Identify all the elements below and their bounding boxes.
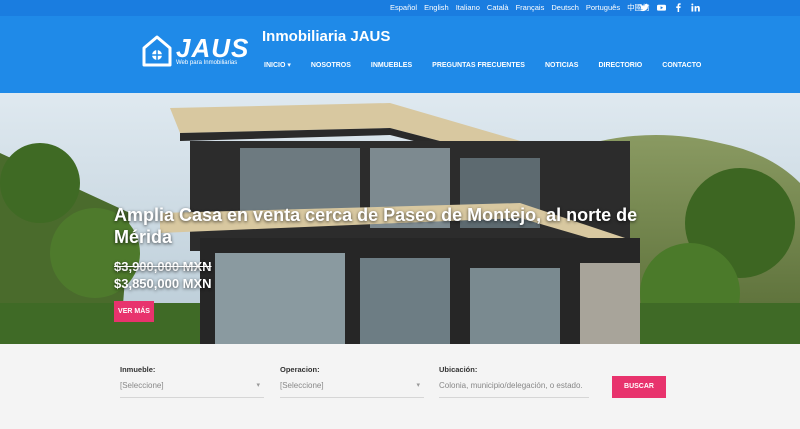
language-list: Español English Italiano Català Français…: [390, 3, 650, 13]
nav-inicio[interactable]: INICIO ▾: [264, 61, 291, 71]
linkedin-icon[interactable]: [691, 3, 700, 15]
hero-title[interactable]: Amplia Casa en venta cerca de Paseo de M…: [114, 204, 674, 248]
nav-preguntas-frecuentes[interactable]: PREGUNTAS FRECUENTES: [432, 61, 525, 71]
nav-inicio-label: INICIO: [264, 62, 286, 69]
operacion-select[interactable]: [Seleccione] ▾: [280, 378, 424, 398]
language-bar: Español English Italiano Català Français…: [0, 0, 800, 16]
buscar-button[interactable]: BUSCAR: [612, 376, 666, 398]
jaus-logo[interactable]: JAUS Web para Inmobiliarias: [142, 33, 248, 69]
twitter-icon[interactable]: [640, 3, 649, 15]
main-nav: INICIO ▾ NOSOTROS INMUEBLES PREGUNTAS FR…: [264, 61, 701, 71]
lang-espanol[interactable]: Español: [390, 3, 417, 13]
hero-slider[interactable]: Amplia Casa en venta cerca de Paseo de M…: [0, 93, 800, 344]
ver-mas-button[interactable]: VER MÁS: [114, 301, 154, 322]
house-logo-icon: [142, 35, 172, 67]
nav-inmuebles[interactable]: INMUEBLES: [371, 61, 412, 71]
logo-tagline: Web para Inmobiliarias: [176, 60, 238, 66]
social-links: [640, 3, 700, 15]
lang-francais[interactable]: Français: [516, 3, 545, 13]
property-search: Inmueble: [Seleccione] ▾ Operacion: [Sel…: [0, 344, 800, 429]
logo-wordmark: JAUS: [176, 33, 250, 63]
lang-english[interactable]: English: [424, 3, 449, 13]
chevron-down-icon: ▾: [287, 62, 291, 69]
nav-noticias[interactable]: NOTICIAS: [545, 61, 578, 71]
ubicacion-placeholder: Colonia, municipio/delegación, o estado.: [439, 381, 583, 390]
facebook-icon[interactable]: [674, 3, 683, 15]
nav-contacto[interactable]: CONTACTO: [662, 61, 701, 71]
youtube-icon[interactable]: [657, 3, 666, 15]
operacion-value: [Seleccione]: [280, 381, 324, 390]
inmueble-select[interactable]: [Seleccione] ▾: [120, 378, 264, 398]
ubicacion-input[interactable]: Colonia, municipio/delegación, o estado.: [439, 378, 589, 398]
price-original: $3,900,000 MXN: [114, 259, 212, 274]
lang-catala[interactable]: Català: [487, 3, 509, 13]
chevron-down-icon: ▾: [416, 382, 420, 389]
site-header: JAUS Web para Inmobiliarias Inmobiliaria…: [0, 16, 800, 93]
site-title[interactable]: Inmobiliaria JAUS: [262, 27, 390, 47]
nav-directorio[interactable]: DIRECTORIO: [598, 61, 642, 71]
operacion-label: Operacion:: [280, 365, 320, 374]
lang-italiano[interactable]: Italiano: [456, 3, 480, 13]
lang-deutsch[interactable]: Deutsch: [551, 3, 579, 13]
inmueble-value: [Seleccione]: [120, 381, 164, 390]
chevron-down-icon: ▾: [256, 382, 260, 389]
nav-nosotros[interactable]: NOSOTROS: [311, 61, 351, 71]
price-current: $3,850,000 MXN: [114, 276, 212, 291]
lang-portugues[interactable]: Português: [586, 3, 620, 13]
inmueble-label: Inmueble:: [120, 365, 156, 374]
ubicacion-label: Ubicación:: [439, 365, 478, 374]
